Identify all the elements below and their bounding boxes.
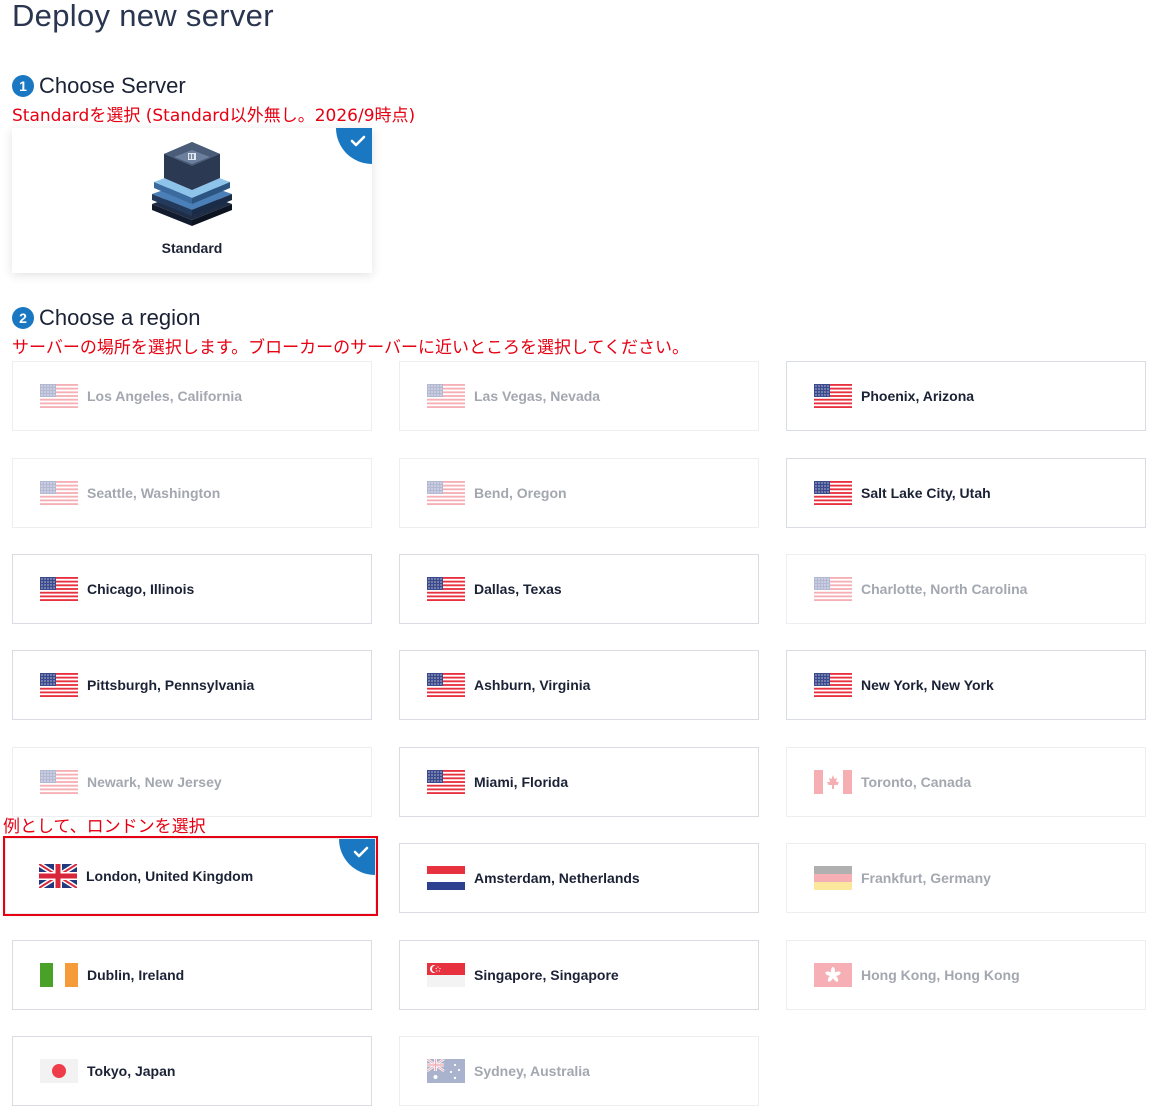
region-name: Chicago, Illinois — [87, 581, 195, 597]
region-option-frankfurt-germany: Frankfurt, Germany — [786, 843, 1146, 913]
annotation-server-note: Standardを選択 (Standard以外無し。2026/9時点) — [12, 106, 416, 126]
us-flag-icon — [427, 673, 465, 697]
region-option-ashburn-virginia[interactable]: Ashburn, Virginia — [399, 650, 759, 720]
step-label: Choose a region — [39, 305, 201, 330]
step-choose-region-heading: 2 Choose a region — [12, 305, 200, 331]
us-flag-icon — [40, 577, 78, 601]
region-name: Las Vegas, Nevada — [474, 388, 601, 404]
au-flag-icon — [427, 1059, 465, 1083]
region-name: London, United Kingdom — [86, 868, 254, 884]
region-option-bend-oregon: Bend, Oregon — [399, 458, 759, 528]
uk-flag-icon — [39, 864, 77, 888]
us-flag-icon — [427, 577, 465, 601]
us-flag-icon — [814, 481, 852, 505]
server-chip-icon — [150, 138, 234, 235]
server-option-label: Standard — [161, 240, 223, 256]
region-option-chicago-illinois[interactable]: Chicago, Illinois — [12, 554, 372, 624]
us-flag-icon — [427, 481, 465, 505]
region-name: New York, New York — [861, 677, 994, 693]
region-name: Phoenix, Arizona — [861, 388, 975, 404]
region-option-seattle-washington: Seattle, Washington — [12, 458, 372, 528]
us-flag-icon — [427, 770, 465, 794]
region-name: Dublin, Ireland — [87, 967, 185, 983]
us-flag-icon — [40, 481, 78, 505]
region-option-amsterdam-netherlands[interactable]: Amsterdam, Netherlands — [399, 843, 759, 913]
nl-flag-icon — [427, 866, 465, 890]
region-option-tokyo-japan[interactable]: Tokyo, Japan — [12, 1036, 372, 1106]
selected-check-badge — [336, 128, 372, 164]
ie-flag-icon — [40, 963, 78, 987]
de-flag-icon — [814, 866, 852, 890]
jp-flag-icon — [40, 1059, 78, 1083]
region-option-london-united-kingdom[interactable]: London, United Kingdom — [5, 838, 376, 914]
us-flag-icon — [40, 770, 78, 794]
region-option-charlotte-north-carolina: Charlotte, North Carolina — [786, 554, 1146, 624]
step-choose-server-heading: 1 Choose Server — [12, 73, 186, 99]
region-name: Bend, Oregon — [474, 485, 567, 501]
annotation-example-note: 例として、ロンドンを選択 — [3, 817, 206, 837]
region-name: Frankfurt, Germany — [861, 870, 991, 886]
step-number-badge: 1 — [12, 75, 34, 97]
region-name: Pittsburgh, Pennsylvania — [87, 677, 255, 693]
us-flag-icon — [40, 384, 78, 408]
region-option-salt-lake-city-utah[interactable]: Salt Lake City, Utah — [786, 458, 1146, 528]
region-option-phoenix-arizona[interactable]: Phoenix, Arizona — [786, 361, 1146, 431]
region-name: Charlotte, North Carolina — [861, 581, 1028, 597]
us-flag-icon — [814, 577, 852, 601]
selected-check-badge — [339, 839, 375, 875]
region-option-sydney-australia: Sydney, Australia — [399, 1036, 759, 1106]
checkmark-icon — [353, 846, 369, 858]
region-name: Dallas, Texas — [474, 581, 562, 597]
ca-flag-icon — [814, 770, 852, 794]
step-label: Choose Server — [39, 73, 186, 98]
page-title: Deploy new server — [12, 0, 274, 33]
region-option-toronto-canada: Toronto, Canada — [786, 747, 1146, 817]
region-name: Amsterdam, Netherlands — [474, 870, 640, 886]
region-name: Tokyo, Japan — [87, 1063, 176, 1079]
annotation-region-note: サーバーの場所を選択します。ブローカーのサーバーに近いところを選択してください。 — [12, 338, 689, 358]
hk-flag-icon — [814, 963, 852, 987]
region-option-singapore-singapore[interactable]: Singapore, Singapore — [399, 940, 759, 1010]
region-name: Los Angeles, California — [87, 388, 243, 404]
region-name: Hong Kong, Hong Kong — [861, 967, 1020, 983]
region-name: Ashburn, Virginia — [474, 677, 591, 693]
region-option-pittsburgh-pennsylvania[interactable]: Pittsburgh, Pennsylvania — [12, 650, 372, 720]
region-option-new-york-new-york[interactable]: New York, New York — [786, 650, 1146, 720]
us-flag-icon — [427, 384, 465, 408]
us-flag-icon — [40, 673, 78, 697]
region-option-los-angeles-california: Los Angeles, California — [12, 361, 372, 431]
region-option-dallas-texas[interactable]: Dallas, Texas — [399, 554, 759, 624]
region-option-hong-kong-hong-kong: Hong Kong, Hong Kong — [786, 940, 1146, 1010]
sg-flag-icon — [427, 963, 465, 987]
region-option-newark-new-jersey: Newark, New Jersey — [12, 747, 372, 817]
region-name: Salt Lake City, Utah — [861, 485, 991, 501]
us-flag-icon — [814, 673, 852, 697]
us-flag-icon — [814, 384, 852, 408]
region-name: Sydney, Australia — [474, 1063, 590, 1079]
region-name: Seattle, Washington — [87, 485, 221, 501]
region-name: Toronto, Canada — [861, 774, 972, 790]
step-number-badge: 2 — [12, 307, 34, 329]
region-option-dublin-ireland[interactable]: Dublin, Ireland — [12, 940, 372, 1010]
region-option-las-vegas-nevada: Las Vegas, Nevada — [399, 361, 759, 431]
checkmark-icon — [350, 135, 366, 147]
region-name: Newark, New Jersey — [87, 774, 222, 790]
region-name: Miami, Florida — [474, 774, 569, 790]
server-option-standard[interactable]: Standard — [12, 128, 372, 273]
region-option-miami-florida[interactable]: Miami, Florida — [399, 747, 759, 817]
region-name: Singapore, Singapore — [474, 967, 619, 983]
